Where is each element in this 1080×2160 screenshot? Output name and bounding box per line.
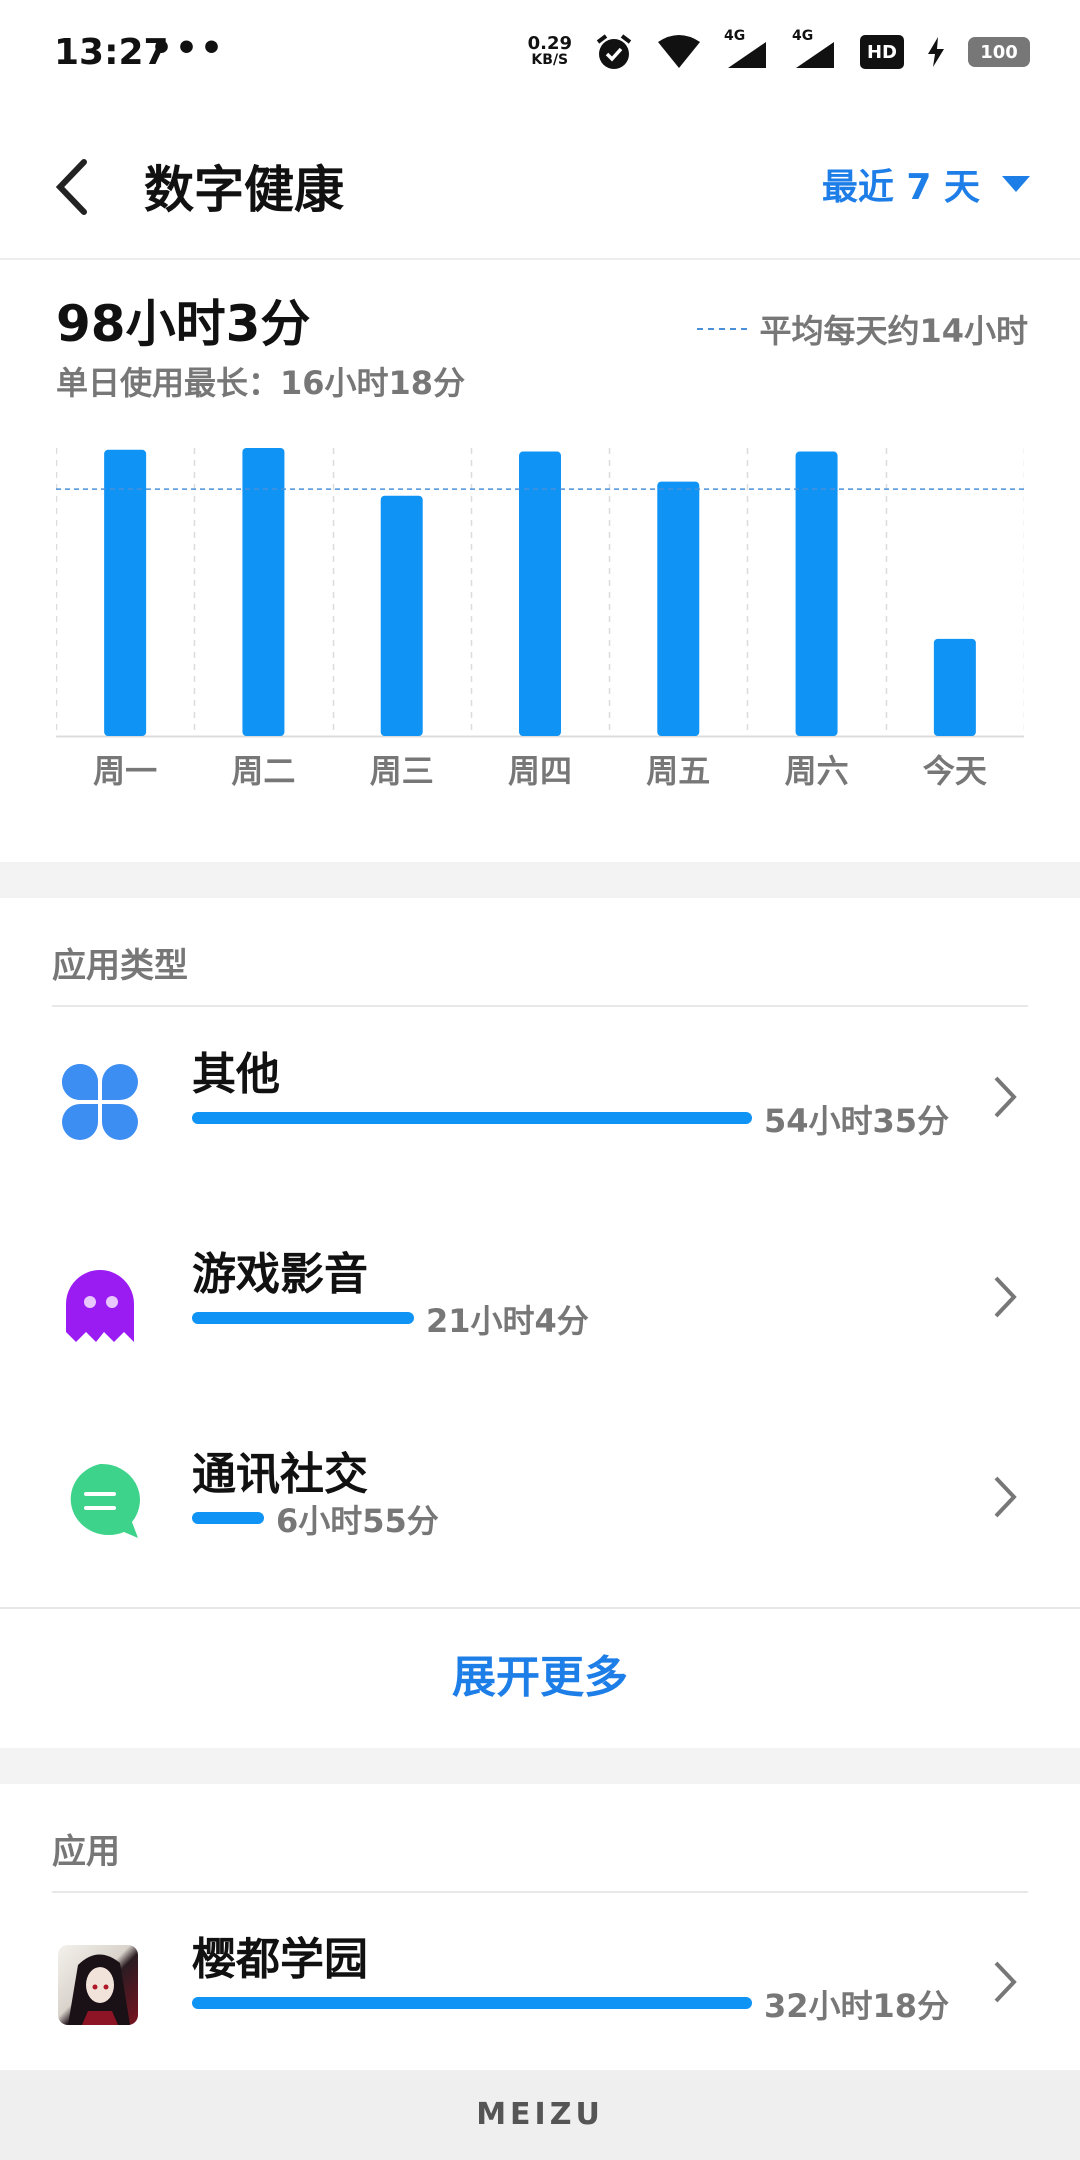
category-name: 其他 — [192, 1049, 280, 1100]
x-tick-label: 周三 — [370, 752, 434, 790]
usage-duration: 54小时35分 — [764, 1102, 950, 1140]
app-row[interactable]: 樱都学园 32小时18分 — [0, 1895, 1080, 2095]
usage-bar — [192, 1997, 752, 2009]
divider — [52, 1005, 1028, 1007]
signal-1-label: 4G — [724, 28, 746, 44]
anime-character-icon — [68, 1954, 130, 2025]
usage-duration: 21小时4分 — [426, 1302, 589, 1340]
average-legend: 平均每天约14小时 — [697, 306, 1028, 352]
clover-icon — [62, 1064, 138, 1140]
x-tick-label: 周四 — [508, 752, 572, 790]
charging-bolt-icon — [928, 37, 944, 67]
app-name: 樱都学园 — [192, 1934, 368, 1985]
chart-svg: 周一 周二 周三 周四 周五 周六 今天 — [56, 448, 1024, 790]
bar-5[interactable] — [795, 451, 838, 736]
section-gap — [0, 862, 1080, 898]
average-label: 平均每天约14小时 — [759, 312, 1028, 350]
bar-0[interactable] — [104, 449, 147, 736]
section-title-apps: 应用 — [52, 1832, 120, 1872]
brand-label: MEIZU — [0, 2070, 1080, 2160]
x-tick-label: 周一 — [93, 752, 157, 790]
total-usage: 98小时3分 — [56, 295, 311, 353]
status-icons: 0.29 KB/S 4G 4G HD 100 — [528, 28, 1030, 74]
chevron-right-icon — [994, 1276, 1017, 1318]
net-speed: 0.29 KB/S — [528, 35, 572, 69]
divider — [0, 1607, 1080, 1609]
expand-more-button[interactable]: 展开更多 — [0, 1610, 1080, 1745]
max-day-usage: 单日使用最长：16小时18分 — [56, 364, 466, 402]
net-speed-value: 0.29 — [527, 33, 572, 54]
chevron-right-icon — [994, 1476, 1017, 1518]
signal-2: 4G — [792, 28, 838, 70]
app-icon — [58, 1945, 138, 2025]
chevron-right-icon — [994, 1076, 1017, 1118]
x-tick-label: 今天 — [923, 752, 987, 790]
battery-indicator: 100 — [968, 37, 1030, 67]
dropdown-triangle-icon — [1002, 176, 1030, 192]
bar-1[interactable] — [242, 448, 285, 736]
app-header: 数字健康 最近 7 天 — [0, 110, 1080, 260]
category-row-social[interactable]: 通讯社交 6小时55分 — [0, 1410, 1080, 1610]
section-gap — [0, 1748, 1080, 1784]
time-range-label: 最近 7 天 — [821, 167, 980, 208]
chat-bubble-icon — [70, 1463, 140, 1538]
category-row-games-media[interactable]: 游戏影音 21小时4分 — [0, 1210, 1080, 1410]
alarm-icon — [596, 34, 632, 69]
chevron-right-icon — [994, 1961, 1017, 2003]
status-bar: 13:27 ••• 0.29 KB/S 4G 4G HD 100 — [0, 0, 1080, 110]
x-tick-label: 周六 — [785, 752, 849, 790]
category-row-other[interactable]: 其他 54小时35分 — [0, 1010, 1080, 1210]
wifi-icon — [658, 35, 700, 68]
usage-duration: 32小时18分 — [764, 1987, 950, 2025]
signal-1: 4G — [724, 28, 770, 70]
usage-duration: 6小时55分 — [276, 1502, 439, 1540]
time-range-dropdown[interactable]: 最近 7 天 — [822, 158, 1030, 210]
bar-4[interactable] — [657, 481, 700, 736]
x-tick-label: 周五 — [646, 752, 710, 790]
page-title: 数字健康 — [144, 161, 344, 219]
status-more-dots: ••• — [150, 28, 226, 69]
average-dash-icon — [697, 328, 748, 330]
bar-6[interactable] — [933, 638, 976, 736]
net-speed-unit: KB/S — [531, 52, 569, 68]
bar-2[interactable] — [380, 495, 423, 736]
signal-2-label: 4G — [792, 28, 814, 44]
x-tick-label: 周二 — [231, 752, 295, 790]
usage-bar-chart: 周一 周二 周三 周四 周五 周六 今天 — [56, 440, 1024, 800]
category-name: 游戏影音 — [192, 1249, 368, 1300]
section-title-categories: 应用类型 — [52, 946, 188, 986]
ghost-icon — [66, 1270, 134, 1342]
back-arrow-icon[interactable] — [48, 152, 98, 222]
divider — [52, 1891, 1028, 1893]
usage-bar — [192, 1312, 414, 1324]
usage-bar — [192, 1112, 752, 1124]
bar-3[interactable] — [519, 451, 561, 736]
hd-voice-icon: HD — [860, 35, 904, 69]
category-name: 通讯社交 — [192, 1449, 368, 1500]
usage-bar — [192, 1512, 264, 1524]
